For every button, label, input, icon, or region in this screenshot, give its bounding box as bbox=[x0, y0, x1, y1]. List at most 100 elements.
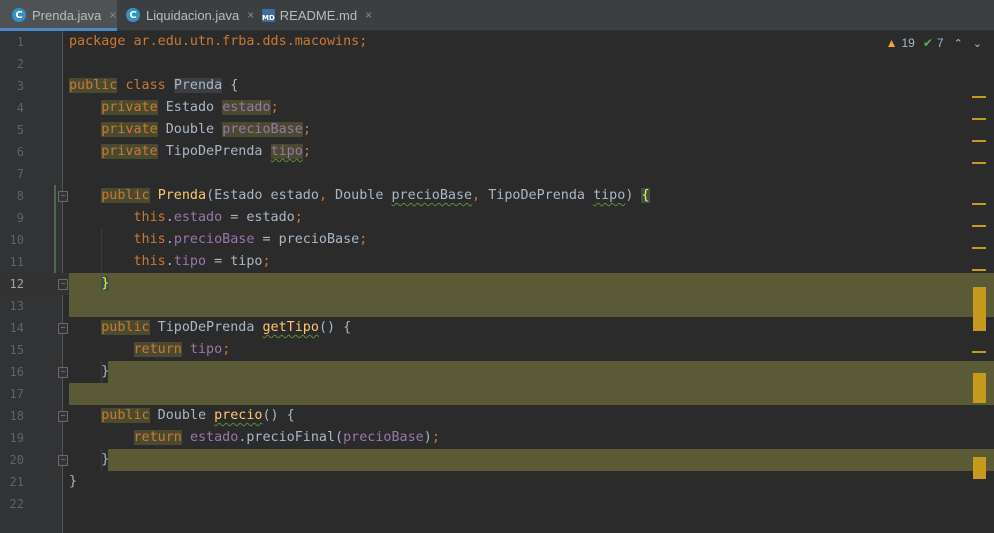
line-number: 22 bbox=[9, 497, 24, 511]
code-text: } bbox=[69, 452, 110, 467]
code-line[interactable]: 21 } bbox=[0, 471, 994, 493]
code-line[interactable]: 13 bbox=[0, 295, 994, 317]
tab-label: Prenda.java bbox=[32, 7, 102, 23]
line-number: 10 bbox=[9, 233, 24, 247]
error-stripe-marker[interactable] bbox=[972, 96, 986, 98]
line-number: 2 bbox=[16, 57, 24, 71]
fold-toggle-icon[interactable]: − bbox=[58, 279, 68, 290]
chevron-down-icon[interactable]: ⌄ bbox=[973, 37, 982, 50]
code-text: } bbox=[101, 276, 110, 291]
code-line[interactable]: 3 public class Prenda { bbox=[0, 75, 994, 97]
code-line[interactable]: 9 this.estado = estado; bbox=[0, 207, 994, 229]
line-number: 14 bbox=[9, 321, 24, 335]
fold-toggle-icon[interactable]: − bbox=[58, 411, 68, 422]
line-number: 1 bbox=[16, 35, 24, 49]
error-stripe-marker[interactable] bbox=[972, 225, 986, 227]
line-number: 6 bbox=[16, 145, 24, 159]
code-text: public TipoDePrenda getTipo() { bbox=[101, 320, 352, 335]
warning-highlight bbox=[108, 361, 994, 383]
line-number: 15 bbox=[9, 343, 24, 357]
line-number: 9 bbox=[16, 211, 24, 225]
warning-highlight bbox=[69, 273, 994, 295]
code-line[interactable]: 4 private Estado estado; bbox=[0, 97, 994, 119]
code-text: package ar.edu.utn.frba.dds.macowins; bbox=[69, 34, 368, 49]
code-text: public class Prenda { bbox=[69, 78, 239, 93]
code-text: private TipoDePrenda tipo; bbox=[101, 144, 311, 159]
line-number: 8 bbox=[16, 189, 24, 203]
code-text: private Double precioBase; bbox=[101, 122, 311, 137]
error-stripe-marker[interactable] bbox=[972, 118, 986, 120]
line-number: 13 bbox=[9, 299, 24, 313]
code-text: public Prenda(Estado estado, Double prec… bbox=[101, 188, 650, 203]
code-text: this.precioBase = precioBase; bbox=[133, 232, 368, 247]
code-line[interactable]: 19 return estado.precioFinal(precioBase)… bbox=[0, 427, 994, 449]
close-icon[interactable]: × bbox=[365, 8, 372, 22]
tab-label: README.md bbox=[279, 7, 358, 23]
code-line[interactable]: 20 − } bbox=[0, 449, 994, 471]
inspection-widget[interactable]: ▲ 19 ✔ 7 ⌃ ⌄ bbox=[886, 35, 982, 51]
code-line[interactable]: 6 private TipoDePrenda tipo; bbox=[0, 141, 994, 163]
java-class-icon: C bbox=[126, 8, 140, 22]
line-number: 12 bbox=[9, 277, 24, 291]
error-stripe-marker[interactable] bbox=[972, 140, 986, 142]
fold-toggle-icon[interactable]: − bbox=[58, 323, 68, 334]
line-number: 7 bbox=[16, 167, 24, 181]
tab-label: Liquidacion.java bbox=[146, 7, 240, 23]
close-icon[interactable]: × bbox=[247, 8, 254, 22]
line-number: 18 bbox=[9, 409, 24, 423]
editor-tab-bar: C Prenda.java × C Liquidacion.java × MD … bbox=[0, 0, 994, 31]
code-text: private Estado estado; bbox=[101, 100, 279, 115]
code-line-current[interactable]: 12 − } bbox=[0, 273, 994, 295]
warning-highlight bbox=[69, 383, 994, 405]
line-number: 3 bbox=[16, 79, 24, 93]
code-line[interactable]: 5 private Double precioBase; bbox=[0, 119, 994, 141]
warning-highlight bbox=[108, 449, 994, 471]
code-editor[interactable]: 1 package ar.edu.utn.frba.dds.macowins; … bbox=[0, 31, 994, 533]
warning-icon: ▲ bbox=[885, 36, 898, 50]
code-line[interactable]: 10 this.precioBase = precioBase; bbox=[0, 229, 994, 251]
error-stripe-marker[interactable] bbox=[973, 373, 986, 403]
code-line[interactable]: 2 bbox=[0, 53, 994, 75]
markdown-file-icon: MD bbox=[262, 8, 275, 22]
code-text: public Double precio() { bbox=[101, 408, 295, 423]
code-line[interactable]: 16 − } bbox=[0, 361, 994, 383]
code-line[interactable]: 8 − public Prenda(Estado estado, Double … bbox=[0, 185, 994, 207]
error-stripe-marker[interactable] bbox=[972, 203, 986, 205]
fold-toggle-icon[interactable]: − bbox=[58, 191, 68, 202]
warning-highlight bbox=[69, 295, 994, 317]
fold-toggle-icon[interactable]: − bbox=[58, 455, 68, 466]
code-line[interactable]: 1 package ar.edu.utn.frba.dds.macowins; bbox=[0, 31, 994, 53]
code-text: } bbox=[69, 474, 78, 489]
typo-count: 7 bbox=[936, 36, 944, 50]
code-line[interactable]: 15 return tipo; bbox=[0, 339, 994, 361]
close-icon[interactable]: × bbox=[109, 8, 116, 22]
line-number: 21 bbox=[9, 475, 24, 489]
chevron-up-icon[interactable]: ⌃ bbox=[954, 37, 963, 50]
java-class-icon: C bbox=[12, 8, 26, 22]
code-line[interactable]: 14 − public TipoDePrenda getTipo() { bbox=[0, 317, 994, 339]
line-number: 5 bbox=[16, 123, 24, 137]
code-line[interactable]: 7 bbox=[0, 163, 994, 185]
tab-liquidacion-java[interactable]: C Liquidacion.java × bbox=[120, 0, 255, 30]
error-stripe-marker[interactable] bbox=[973, 287, 986, 331]
error-stripe-marker[interactable] bbox=[973, 457, 986, 479]
tab-prenda-java[interactable]: C Prenda.java × bbox=[0, 0, 117, 31]
line-number: 17 bbox=[9, 387, 24, 401]
error-stripe-marker[interactable] bbox=[972, 351, 986, 353]
line-number: 11 bbox=[9, 255, 24, 269]
code-text: return tipo; bbox=[133, 342, 231, 357]
fold-toggle-icon[interactable]: − bbox=[58, 367, 68, 378]
code-text: return estado.precioFinal(precioBase); bbox=[133, 430, 440, 445]
tab-readme-md[interactable]: MD README.md × bbox=[256, 0, 372, 30]
warning-count: 19 bbox=[901, 36, 915, 50]
code-line[interactable]: 17 bbox=[0, 383, 994, 405]
error-stripe-marker[interactable] bbox=[972, 269, 986, 271]
error-stripe-marker[interactable] bbox=[972, 247, 986, 249]
code-line[interactable]: 18 − public Double precio() { bbox=[0, 405, 994, 427]
error-stripe-marker[interactable] bbox=[972, 162, 986, 164]
code-line[interactable]: 22 bbox=[0, 493, 994, 515]
line-number: 19 bbox=[9, 431, 24, 445]
line-number: 16 bbox=[9, 365, 24, 379]
line-number: 20 bbox=[9, 453, 24, 467]
code-line[interactable]: 11 this.tipo = tipo; bbox=[0, 251, 994, 273]
